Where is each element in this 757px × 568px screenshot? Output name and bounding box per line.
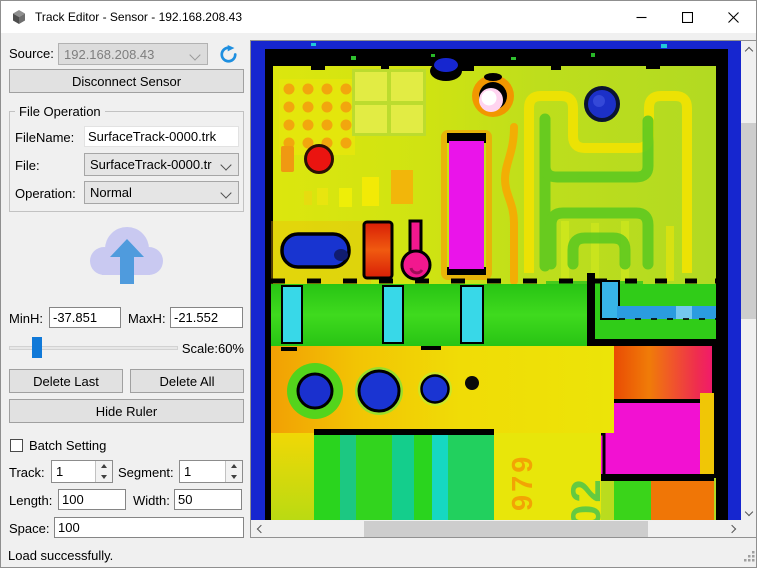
delete-last-label: Delete Last: [33, 374, 99, 389]
horizontal-scroll-thumb[interactable]: [364, 521, 648, 537]
space-label: Space:: [9, 521, 49, 536]
file-combo[interactable]: SurfaceTrack-0000.tr: [84, 153, 239, 176]
chevron-left-icon: [256, 525, 264, 533]
file-label: File:: [15, 158, 40, 173]
space-input[interactable]: [54, 517, 244, 538]
disconnect-sensor-button[interactable]: Disconnect Sensor: [9, 69, 244, 93]
close-button[interactable]: [710, 1, 757, 33]
cloud-upload-icon: [86, 219, 168, 289]
heightmap-canvas[interactable]: 979 02: [251, 41, 741, 520]
maxh-label: MaxH:: [128, 311, 166, 326]
minimize-icon: [636, 12, 647, 23]
scale-slider-handle[interactable]: [32, 337, 42, 358]
operation-label: Operation:: [15, 186, 76, 201]
segment-label: Segment:: [118, 465, 174, 480]
silkscreen-text-979: 979: [507, 454, 539, 511]
segment-spin-buttons: [225, 461, 242, 482]
scroll-down-button[interactable]: [741, 505, 756, 521]
vertical-scrollbar[interactable]: [741, 41, 756, 521]
scroll-up-button[interactable]: [741, 41, 756, 57]
operation-combo-value: Normal: [90, 185, 132, 200]
app-cube-icon: [11, 9, 27, 25]
spin-up-button[interactable]: [226, 461, 242, 472]
refresh-icon: [219, 45, 238, 64]
status-bar: Load successfully.: [1, 538, 756, 568]
file-operation-title: File Operation: [15, 104, 105, 119]
spin-down-button[interactable]: [96, 472, 112, 483]
track-label: Track:: [9, 465, 45, 480]
source-combo-value: 192.168.208.43: [64, 47, 154, 62]
maxh-input[interactable]: [170, 307, 243, 328]
chevron-down-icon: [220, 159, 231, 170]
delete-all-button[interactable]: Delete All: [130, 369, 244, 393]
chevron-down-icon: [744, 507, 752, 515]
window-title: Track Editor - Sensor - 192.168.208.43: [35, 10, 242, 24]
minh-label: MinH:: [9, 311, 43, 326]
filename-input[interactable]: [84, 126, 239, 147]
spin-up-button[interactable]: [96, 461, 112, 472]
delete-all-label: Delete All: [160, 374, 215, 389]
file-combo-value: SurfaceTrack-0000.tr: [90, 157, 212, 172]
maximize-button[interactable]: [664, 1, 710, 33]
batch-setting-label: Batch Setting: [29, 438, 106, 453]
vertical-scroll-thumb[interactable]: [741, 123, 756, 319]
filename-label: FileName:: [15, 130, 74, 145]
titlebar: Track Editor - Sensor - 192.168.208.43: [1, 1, 756, 33]
scale-value-label: Scale:60%: [181, 341, 244, 356]
source-label: Source:: [9, 46, 54, 61]
width-input[interactable]: [174, 489, 242, 510]
operation-combo[interactable]: Normal: [84, 181, 239, 204]
close-icon: [728, 12, 739, 23]
maximize-icon: [682, 12, 693, 23]
app-window: Track Editor - Sensor - 192.168.208.43 S…: [0, 0, 757, 568]
source-combo[interactable]: 192.168.208.43: [58, 43, 208, 65]
resize-grip-icon[interactable]: [744, 551, 755, 562]
triangle-down-icon: [231, 475, 237, 479]
disconnect-sensor-label: Disconnect Sensor: [72, 74, 181, 89]
silkscreen-text-02: 02: [562, 477, 609, 520]
batch-setting-checkbox[interactable]: [10, 439, 23, 452]
segment-spinner[interactable]: 1: [179, 460, 243, 483]
length-input[interactable]: [58, 489, 126, 510]
track-spinner[interactable]: 1: [51, 460, 113, 483]
minimize-button[interactable]: [618, 1, 664, 33]
status-message: Load successfully.: [8, 548, 113, 563]
triangle-up-icon: [101, 464, 107, 468]
track-spin-buttons: [95, 461, 112, 482]
track-value: 1: [56, 464, 63, 479]
chevron-up-icon: [744, 46, 752, 54]
minh-input[interactable]: [49, 307, 121, 328]
triangle-down-icon: [101, 475, 107, 479]
length-label: Length:: [9, 493, 52, 508]
spin-down-button[interactable]: [226, 472, 242, 483]
chevron-down-icon: [189, 49, 200, 60]
viewer-frame: 979 02: [250, 40, 757, 538]
segment-value: 1: [184, 464, 191, 479]
chevron-right-icon: [727, 525, 735, 533]
hide-ruler-label: Hide Ruler: [96, 404, 157, 419]
width-label: Width:: [133, 493, 170, 508]
hide-ruler-button[interactable]: Hide Ruler: [9, 399, 244, 423]
scroll-right-button[interactable]: [725, 521, 741, 537]
triangle-up-icon: [231, 464, 237, 468]
refresh-button[interactable]: [217, 43, 239, 65]
delete-last-button[interactable]: Delete Last: [9, 369, 123, 393]
chevron-down-icon: [220, 187, 231, 198]
horizontal-scrollbar[interactable]: [251, 521, 741, 537]
scroll-left-button[interactable]: [251, 521, 267, 537]
